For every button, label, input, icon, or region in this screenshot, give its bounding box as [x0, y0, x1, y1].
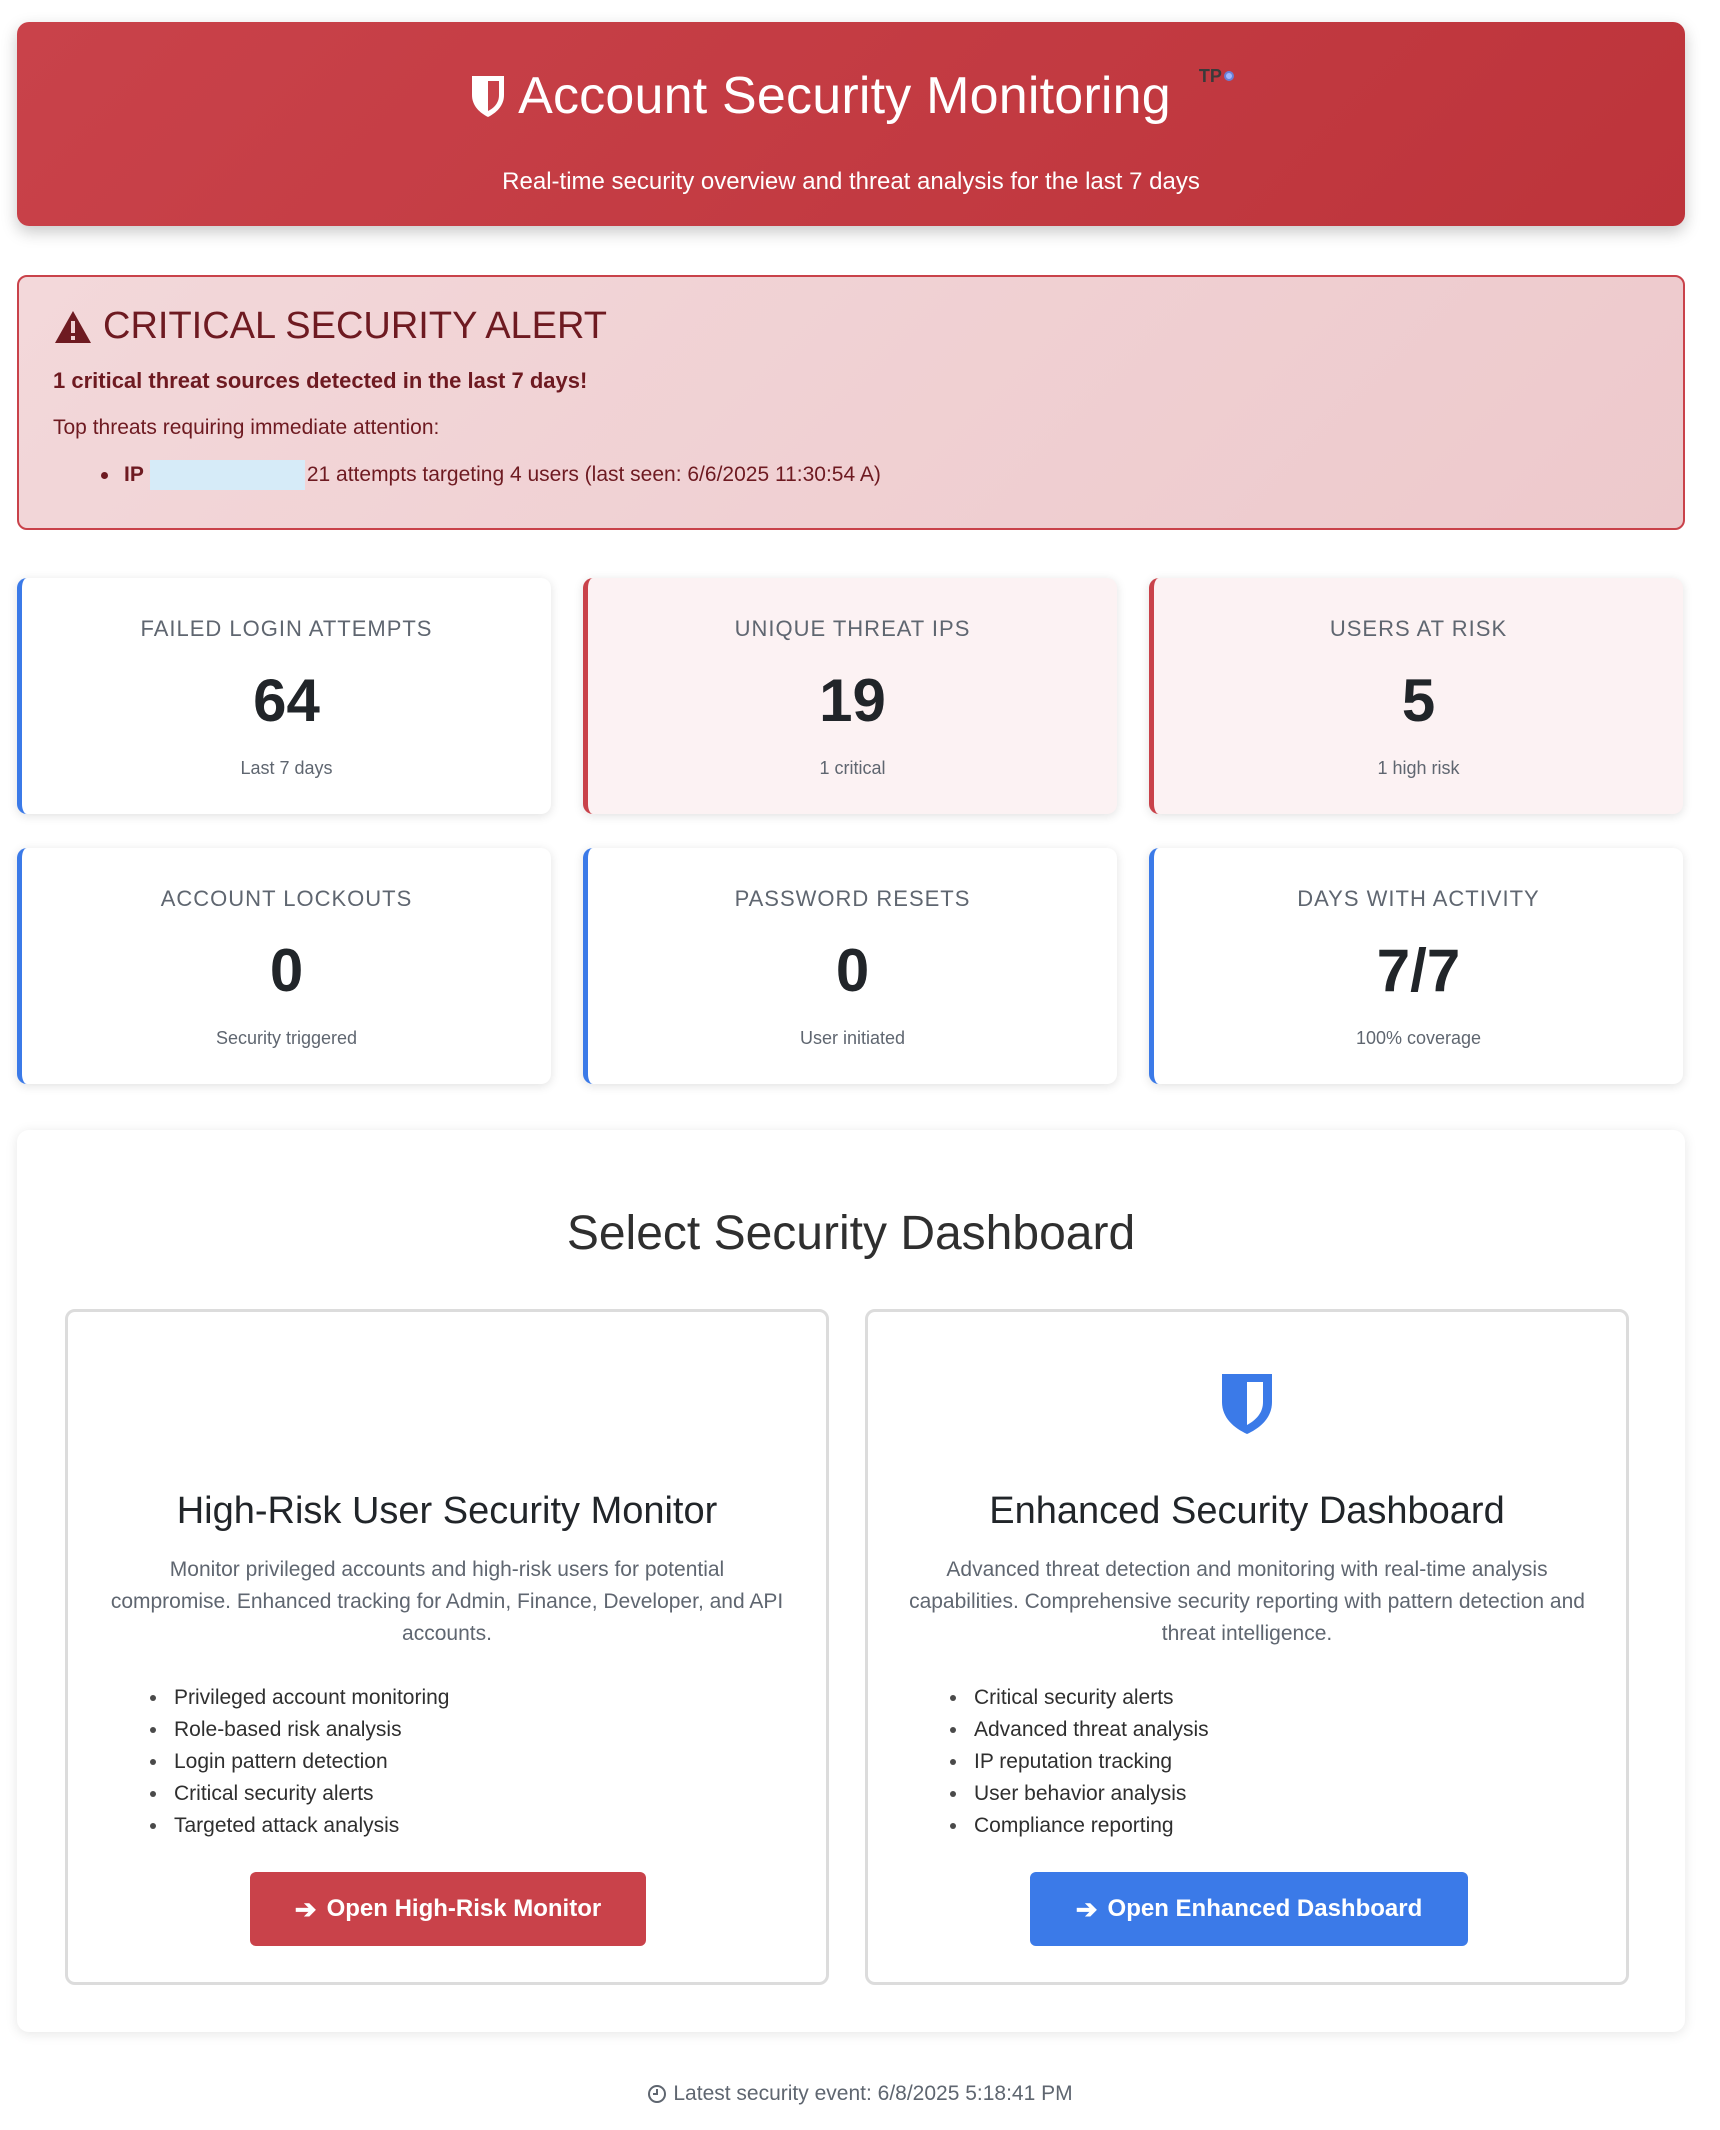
option-title: Enhanced Security Dashboard: [989, 1490, 1505, 1532]
feature-item: Role-based risk analysis: [150, 1714, 449, 1746]
header-title-row: Account Security Monitoring TP: [17, 66, 1685, 126]
feature-list: Critical security alerts Advanced threat…: [950, 1682, 1209, 1842]
stat-sub: Last 7 days: [240, 758, 333, 778]
threat-ip-label: IP: [124, 463, 144, 486]
page-subtitle: Real-time security overview and threat a…: [502, 168, 1200, 195]
feature-label: Role-based risk analysis: [174, 1718, 402, 1741]
shield-icon: [1222, 1374, 1272, 1434]
stat-card-days-with-activity: DAYS WITH ACTIVITY 7/7 100% coverage: [1149, 848, 1683, 1084]
alert-intro: Top threats requiring immediate attentio…: [53, 416, 440, 439]
tp-badge[interactable]: TP: [1199, 66, 1234, 87]
stat-sub: User initiated: [799, 1028, 906, 1048]
clock-icon: [648, 2085, 667, 2103]
stat-label: PASSWORD RESETS: [734, 886, 971, 911]
selector-title: Select Security Dashboard: [566, 1207, 1136, 1260]
stat-value: 0: [835, 937, 870, 1004]
bullet-icon: [150, 1695, 156, 1701]
stat-value: 64: [253, 667, 320, 734]
feature-item: User behavior analysis: [950, 1778, 1209, 1810]
open-high-risk-monitor-button[interactable]: ➔ Open High-Risk Monitor: [250, 1872, 646, 1946]
feature-item: Advanced threat analysis: [950, 1714, 1209, 1746]
feature-label: IP reputation tracking: [974, 1750, 1173, 1773]
threat-list: IP 21 attempts targeting 4 users (last s…: [101, 460, 1649, 490]
option-card-high-risk: High-Risk User Security Monitor Monitor …: [65, 1309, 829, 1985]
bullet-icon: [950, 1695, 956, 1701]
stat-sub: Security triggered: [215, 1028, 358, 1048]
threat-detail: 21 attempts targeting 4 users (last seen…: [306, 463, 881, 486]
stat-card-failed-logins: FAILED LOGIN ATTEMPTS 64 Last 7 days: [17, 578, 551, 814]
stat-sub: 100% coverage: [1355, 1028, 1482, 1048]
arrow-right-icon: ➔: [1075, 1893, 1098, 1924]
stat-value: 0: [269, 937, 304, 1004]
shield-icon: [472, 76, 505, 117]
feature-list: Privileged account monitoring Role-based…: [150, 1682, 449, 1842]
bullet-icon: [950, 1727, 956, 1733]
stat-sub: 1 high risk: [1377, 758, 1460, 778]
stat-sub: 1 critical: [819, 758, 886, 778]
page-header: Account Security Monitoring TP Real-time…: [17, 22, 1685, 226]
option-description: Advanced threat detection and monitoring…: [909, 1558, 1585, 1645]
feature-label: Critical security alerts: [174, 1782, 374, 1805]
feature-item: Targeted attack analysis: [150, 1810, 449, 1842]
page-title: Account Security Monitoring: [518, 67, 1171, 125]
option-title: High-Risk User Security Monitor: [176, 1490, 718, 1532]
stat-card-account-lockouts: ACCOUNT LOCKOUTS 0 Security triggered: [17, 848, 551, 1084]
feature-label: Advanced threat analysis: [974, 1718, 1209, 1741]
stat-label: USERS AT RISK: [1329, 616, 1508, 641]
stat-card-users-at-risk: USERS AT RISK 5 1 high risk: [1149, 578, 1683, 814]
open-enhanced-dashboard-button[interactable]: ➔ Open Enhanced Dashboard: [1030, 1872, 1468, 1946]
bullet-icon: [950, 1791, 956, 1797]
bullet-icon: [950, 1823, 956, 1829]
stat-label: UNIQUE THREAT IPS: [734, 616, 971, 641]
stat-label: ACCOUNT LOCKOUTS: [160, 886, 413, 911]
option-card-enhanced: Enhanced Security Dashboard Advanced thr…: [865, 1309, 1629, 1985]
bullet-icon: [150, 1759, 156, 1765]
badge-dot-icon: [1223, 71, 1234, 81]
feature-label: Targeted attack analysis: [174, 1814, 400, 1837]
feature-item: Critical security alerts: [950, 1682, 1209, 1714]
feature-item: Privileged account monitoring: [150, 1682, 449, 1714]
option-description: Monitor privileged accounts and high-ris…: [110, 1558, 784, 1645]
feature-item: IP reputation tracking: [950, 1746, 1209, 1778]
alert-summary: 1 critical threat sources detected in th…: [53, 368, 588, 393]
critical-alert: CRITICAL SECURITY ALERT 1 critical threa…: [17, 275, 1685, 530]
redacted-ip: [149, 460, 305, 490]
bullet-icon: [150, 1727, 156, 1733]
threat-item: IP 21 attempts targeting 4 users (last s…: [101, 460, 1649, 490]
feature-label: User behavior analysis: [974, 1782, 1187, 1805]
alert-title: CRITICAL SECURITY ALERT: [103, 305, 607, 347]
feature-label: Login pattern detection: [174, 1750, 388, 1773]
stat-label: FAILED LOGIN ATTEMPTS: [140, 616, 433, 641]
stat-card-threat-ips: UNIQUE THREAT IPS 19 1 critical: [583, 578, 1117, 814]
warning-triangle-icon: [55, 310, 91, 343]
feature-label: Compliance reporting: [974, 1814, 1174, 1837]
stat-value: 5: [1401, 667, 1436, 734]
stat-label: DAYS WITH ACTIVITY: [1297, 886, 1540, 911]
bullet-icon: [101, 471, 108, 479]
feature-item: Critical security alerts: [150, 1778, 449, 1810]
stat-value: 19: [819, 667, 886, 734]
footer-latest-event: Latest security event: 6/8/2025 5:18:41 …: [0, 2082, 1720, 2106]
feature-label: Critical security alerts: [974, 1686, 1174, 1709]
arrow-right-icon: ➔: [294, 1893, 317, 1924]
tp-badge-label: TP: [1198, 65, 1222, 86]
alert-title-row: CRITICAL SECURITY ALERT: [53, 305, 1649, 348]
bullet-icon: [950, 1759, 956, 1765]
button-label: Open Enhanced Dashboard: [1107, 1895, 1423, 1922]
stat-card-password-resets: PASSWORD RESETS 0 User initiated: [583, 848, 1117, 1084]
stat-value: 7/7: [1376, 937, 1461, 1004]
dashboard-selector: Select Security Dashboard High-Risk User…: [17, 1130, 1685, 2032]
latest-event-text: Latest security event: 6/8/2025 5:18:41 …: [673, 2082, 1073, 2105]
bullet-icon: [150, 1823, 156, 1829]
bullet-icon: [150, 1791, 156, 1797]
feature-item: Login pattern detection: [150, 1746, 449, 1778]
feature-item: Compliance reporting: [950, 1810, 1209, 1842]
feature-label: Privileged account monitoring: [174, 1686, 450, 1709]
button-label: Open High-Risk Monitor: [326, 1895, 602, 1922]
